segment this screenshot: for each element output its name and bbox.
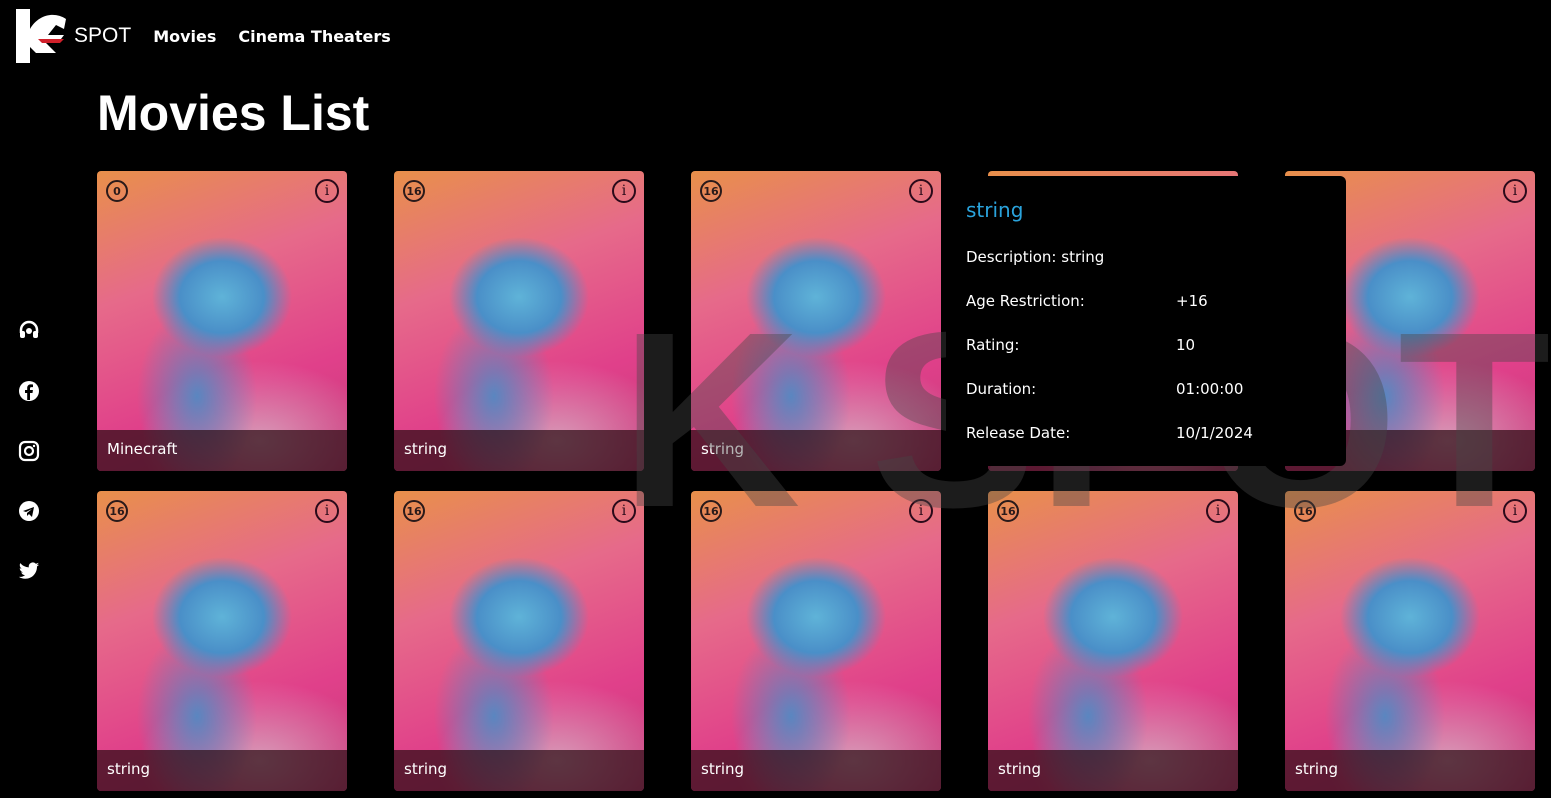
row-value: 10 bbox=[1176, 336, 1196, 354]
headset-icon[interactable] bbox=[18, 320, 40, 342]
row-label: Duration: bbox=[966, 380, 1037, 398]
movie-title: string bbox=[691, 750, 941, 791]
movie-info-tooltip: string Description: string Age Restricti… bbox=[946, 176, 1346, 466]
nav-cinema-theaters[interactable]: Cinema Theaters bbox=[238, 27, 390, 46]
info-icon[interactable]: i bbox=[1503, 179, 1527, 203]
page-title: Movies List bbox=[97, 85, 370, 141]
movie-card[interactable]: 16 i string bbox=[1285, 491, 1535, 791]
movie-title: Minecraft bbox=[97, 430, 347, 471]
twitter-icon[interactable] bbox=[18, 560, 40, 582]
age-rating-icon: 16 bbox=[997, 500, 1019, 522]
age-rating-icon: 16 bbox=[403, 180, 425, 202]
movie-title: string bbox=[97, 750, 347, 791]
movie-card[interactable]: 16 i string bbox=[97, 491, 347, 791]
movie-card[interactable]: 16 i string bbox=[394, 491, 644, 791]
movie-title: string bbox=[394, 750, 644, 791]
nav-movies[interactable]: Movies bbox=[153, 27, 216, 46]
row-label: Age Restriction: bbox=[966, 292, 1085, 310]
logo-text: SPOT bbox=[74, 24, 132, 47]
info-icon[interactable]: i bbox=[909, 499, 933, 523]
info-icon[interactable]: i bbox=[612, 499, 636, 523]
logo[interactable]: SPOT bbox=[16, 9, 131, 63]
info-icon[interactable]: i bbox=[315, 499, 339, 523]
movie-card[interactable]: 16 i string bbox=[691, 491, 941, 791]
facebook-icon[interactable] bbox=[18, 380, 40, 402]
row-label: Release Date: bbox=[966, 424, 1071, 442]
age-rating-icon: 16 bbox=[106, 500, 128, 522]
movie-title: string bbox=[394, 430, 644, 471]
age-rating-icon: 0 bbox=[106, 180, 128, 202]
tooltip-row: Age Restriction: +16 bbox=[966, 292, 1326, 336]
movie-title: string bbox=[1285, 750, 1535, 791]
tooltip-row: Duration: 01:00:00 bbox=[966, 380, 1326, 424]
row-value: 10/1/2024 bbox=[1176, 424, 1253, 442]
movie-card[interactable]: 0 i Minecraft bbox=[97, 171, 347, 471]
instagram-icon[interactable] bbox=[18, 440, 40, 462]
row-label: Rating: bbox=[966, 336, 1020, 354]
row-value: +16 bbox=[1176, 292, 1208, 310]
info-icon[interactable]: i bbox=[612, 179, 636, 203]
movie-title: string bbox=[691, 430, 941, 471]
movie-card[interactable]: 16 i string bbox=[988, 491, 1238, 791]
info-icon[interactable]: i bbox=[1503, 499, 1527, 523]
tooltip-row: Rating: 10 bbox=[966, 336, 1326, 380]
movie-card[interactable]: 16 i string bbox=[394, 171, 644, 471]
age-rating-icon: 16 bbox=[1294, 500, 1316, 522]
info-icon[interactable]: i bbox=[1206, 499, 1230, 523]
telegram-icon[interactable] bbox=[18, 500, 40, 522]
row-value: 01:00:00 bbox=[1176, 380, 1244, 398]
tooltip-description: Description: string bbox=[966, 248, 1326, 292]
movie-title: string bbox=[988, 750, 1238, 791]
age-rating-icon: 16 bbox=[403, 500, 425, 522]
age-rating-icon: 16 bbox=[700, 180, 722, 202]
description-text: Description: string bbox=[966, 248, 1105, 266]
tooltip-row: Release Date: 10/1/2024 bbox=[966, 424, 1326, 468]
info-icon[interactable]: i bbox=[909, 179, 933, 203]
top-nav: SPOT Movies Cinema Theaters bbox=[16, 8, 391, 64]
info-icon[interactable]: i bbox=[315, 179, 339, 203]
age-rating-icon: 16 bbox=[700, 500, 722, 522]
logo-icon bbox=[16, 9, 66, 63]
social-links bbox=[18, 320, 40, 582]
movie-card[interactable]: 16 i string bbox=[691, 171, 941, 471]
tooltip-title: string bbox=[966, 198, 1024, 222]
